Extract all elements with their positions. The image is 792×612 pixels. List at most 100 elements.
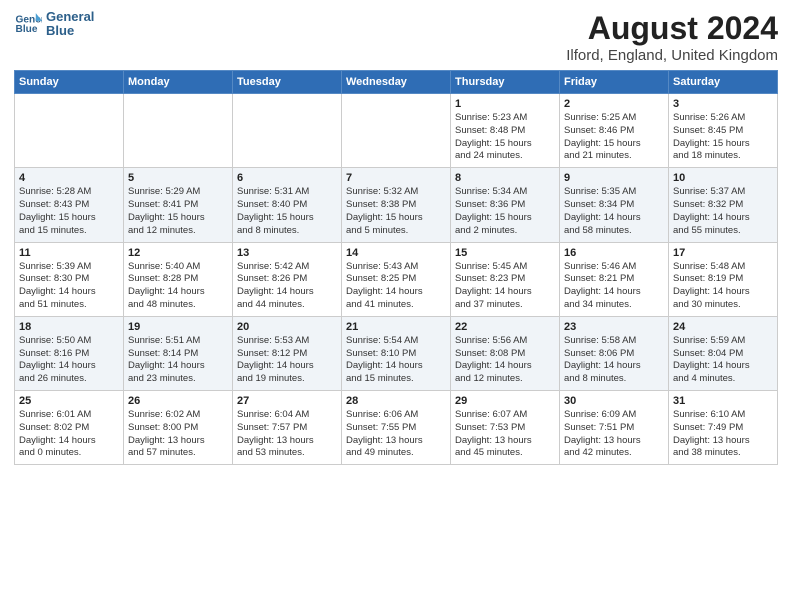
day-info: Sunrise: 5:42 AMSunset: 8:26 PMDaylight:… xyxy=(237,261,337,312)
table-row: 20 Sunrise: 5:53 AMSunset: 8:12 PMDayligh… xyxy=(233,316,342,390)
day-info: Sunrise: 5:37 AMSunset: 8:32 PMDaylight:… xyxy=(673,186,773,237)
table-row: 6 Sunrise: 5:31 AMSunset: 8:40 PMDaylight… xyxy=(233,168,342,242)
day-number: 29 xyxy=(455,395,555,407)
day-number: 5 xyxy=(128,172,228,184)
table-row: 1Sunrise: 5:23 AMSunset: 8:48 PMDaylight… xyxy=(451,94,560,168)
day-number: 31 xyxy=(673,395,773,407)
subtitle: Ilford, England, United Kingdom xyxy=(566,47,778,64)
day-info: Sunrise: 6:06 AMSunset: 7:55 PMDaylight:… xyxy=(346,409,446,460)
day-number: 14 xyxy=(346,247,446,259)
logo-icon: General Blue xyxy=(14,10,42,38)
calendar-header-row: Sunday Monday Tuesday Wednesday Thursday… xyxy=(15,71,778,94)
day-number: 6 xyxy=(237,172,337,184)
day-number: 1 xyxy=(455,98,555,110)
col-wednesday: Wednesday xyxy=(342,71,451,94)
table-row: 10 Sunrise: 5:37 AMSunset: 8:32 PMDayligh… xyxy=(669,168,778,242)
day-info: Sunrise: 5:31 AMSunset: 8:40 PMDaylight:… xyxy=(237,186,337,237)
day-number: 18 xyxy=(19,321,119,333)
day-number: 8 xyxy=(455,172,555,184)
day-info: Sunrise: 5:58 AMSunset: 8:06 PMDaylight:… xyxy=(564,335,664,386)
day-info: Sunrise: 6:09 AMSunset: 7:51 PMDaylight:… xyxy=(564,409,664,460)
day-info: Sunrise: 5:32 AMSunset: 8:38 PMDaylight:… xyxy=(346,186,446,237)
main-title: August 2024 xyxy=(566,10,778,47)
day-info: Sunrise: 5:25 AMSunset: 8:46 PMDaylight:… xyxy=(564,112,664,163)
col-friday: Friday xyxy=(560,71,669,94)
table-row: 11Sunrise: 5:39 AMSunset: 8:30 PMDayligh… xyxy=(15,242,124,316)
table-row: 21 Sunrise: 5:54 AMSunset: 8:10 PMDayligh… xyxy=(342,316,451,390)
table-row: 29 Sunrise: 6:07 AMSunset: 7:53 PMDayligh… xyxy=(451,391,560,465)
table-row: 30 Sunrise: 6:09 AMSunset: 7:51 PMDayligh… xyxy=(560,391,669,465)
table-row: 22 Sunrise: 5:56 AMSunset: 8:08 PMDayligh… xyxy=(451,316,560,390)
table-row xyxy=(15,94,124,168)
table-row xyxy=(233,94,342,168)
day-number: 10 xyxy=(673,172,773,184)
calendar-week-row: 1Sunrise: 5:23 AMSunset: 8:48 PMDaylight… xyxy=(15,94,778,168)
day-info: Sunrise: 5:35 AMSunset: 8:34 PMDaylight:… xyxy=(564,186,664,237)
day-number: 23 xyxy=(564,321,664,333)
table-row xyxy=(124,94,233,168)
table-row: 15Sunrise: 5:45 AMSunset: 8:23 PMDayligh… xyxy=(451,242,560,316)
col-tuesday: Tuesday xyxy=(233,71,342,94)
day-number: 24 xyxy=(673,321,773,333)
day-info: Sunrise: 5:51 AMSunset: 8:14 PMDaylight:… xyxy=(128,335,228,386)
day-number: 7 xyxy=(346,172,446,184)
day-info: Sunrise: 6:10 AMSunset: 7:49 PMDaylight:… xyxy=(673,409,773,460)
day-info: Sunrise: 5:26 AMSunset: 8:45 PMDaylight:… xyxy=(673,112,773,163)
col-sunday: Sunday xyxy=(15,71,124,94)
calendar-week-row: 4Sunrise: 5:28 AMSunset: 8:43 PMDaylight… xyxy=(15,168,778,242)
day-info: Sunrise: 5:59 AMSunset: 8:04 PMDaylight:… xyxy=(673,335,773,386)
day-number: 9 xyxy=(564,172,664,184)
day-number: 21 xyxy=(346,321,446,333)
table-row: 5 Sunrise: 5:29 AMSunset: 8:41 PMDaylight… xyxy=(124,168,233,242)
table-row: 28Sunrise: 6:06 AMSunset: 7:55 PMDayligh… xyxy=(342,391,451,465)
day-number: 16 xyxy=(564,247,664,259)
header: General Blue General Blue August 2024 Il… xyxy=(14,10,778,64)
table-row: 18 Sunrise: 5:50 AMSunset: 8:16 PMDayligh… xyxy=(15,316,124,390)
day-number: 25 xyxy=(19,395,119,407)
day-info: Sunrise: 5:54 AMSunset: 8:10 PMDaylight:… xyxy=(346,335,446,386)
calendar-week-row: 18 Sunrise: 5:50 AMSunset: 8:16 PMDayligh… xyxy=(15,316,778,390)
table-row: 3 Sunrise: 5:26 AMSunset: 8:45 PMDaylight… xyxy=(669,94,778,168)
table-row: 14 Sunrise: 5:43 AMSunset: 8:25 PMDayligh… xyxy=(342,242,451,316)
day-info: Sunrise: 5:40 AMSunset: 8:28 PMDaylight:… xyxy=(128,261,228,312)
logo-line1: General xyxy=(46,10,94,24)
day-number: 15 xyxy=(455,247,555,259)
day-number: 17 xyxy=(673,247,773,259)
calendar-week-row: 11Sunrise: 5:39 AMSunset: 8:30 PMDayligh… xyxy=(15,242,778,316)
day-number: 3 xyxy=(673,98,773,110)
day-info: Sunrise: 5:53 AMSunset: 8:12 PMDaylight:… xyxy=(237,335,337,386)
day-number: 22 xyxy=(455,321,555,333)
title-block: August 2024 Ilford, England, United King… xyxy=(566,10,778,64)
day-info: Sunrise: 6:04 AMSunset: 7:57 PMDaylight:… xyxy=(237,409,337,460)
table-row: 13 Sunrise: 5:42 AMSunset: 8:26 PMDayligh… xyxy=(233,242,342,316)
day-info: Sunrise: 5:50 AMSunset: 8:16 PMDaylight:… xyxy=(19,335,119,386)
table-row: 16Sunrise: 5:46 AMSunset: 8:21 PMDayligh… xyxy=(560,242,669,316)
table-row: 27 Sunrise: 6:04 AMSunset: 7:57 PMDayligh… xyxy=(233,391,342,465)
svg-text:Blue: Blue xyxy=(16,24,38,35)
day-info: Sunrise: 5:48 AMSunset: 8:19 PMDaylight:… xyxy=(673,261,773,312)
table-row: 26 Sunrise: 6:02 AMSunset: 8:00 PMDayligh… xyxy=(124,391,233,465)
day-info: Sunrise: 6:02 AMSunset: 8:00 PMDaylight:… xyxy=(128,409,228,460)
table-row: 4Sunrise: 5:28 AMSunset: 8:43 PMDaylight… xyxy=(15,168,124,242)
day-info: Sunrise: 5:56 AMSunset: 8:08 PMDaylight:… xyxy=(455,335,555,386)
day-info: Sunrise: 6:07 AMSunset: 7:53 PMDaylight:… xyxy=(455,409,555,460)
table-row: 31 Sunrise: 6:10 AMSunset: 7:49 PMDayligh… xyxy=(669,391,778,465)
day-number: 19 xyxy=(128,321,228,333)
day-number: 4 xyxy=(19,172,119,184)
table-row: 2 Sunrise: 5:25 AMSunset: 8:46 PMDaylight… xyxy=(560,94,669,168)
day-number: 30 xyxy=(564,395,664,407)
table-row: 19 Sunrise: 5:51 AMSunset: 8:14 PMDayligh… xyxy=(124,316,233,390)
day-number: 20 xyxy=(237,321,337,333)
table-row: 17 Sunrise: 5:48 AMSunset: 8:19 PMDayligh… xyxy=(669,242,778,316)
table-row: 7 Sunrise: 5:32 AMSunset: 8:38 PMDaylight… xyxy=(342,168,451,242)
logo: General Blue General Blue xyxy=(14,10,94,39)
day-info: Sunrise: 5:43 AMSunset: 8:25 PMDaylight:… xyxy=(346,261,446,312)
day-number: 27 xyxy=(237,395,337,407)
col-thursday: Thursday xyxy=(451,71,560,94)
day-number: 2 xyxy=(564,98,664,110)
calendar-week-row: 25Sunrise: 6:01 AMSunset: 8:02 PMDayligh… xyxy=(15,391,778,465)
day-number: 26 xyxy=(128,395,228,407)
day-number: 13 xyxy=(237,247,337,259)
day-info: Sunrise: 5:39 AMSunset: 8:30 PMDaylight:… xyxy=(19,261,119,312)
day-info: Sunrise: 5:29 AMSunset: 8:41 PMDaylight:… xyxy=(128,186,228,237)
